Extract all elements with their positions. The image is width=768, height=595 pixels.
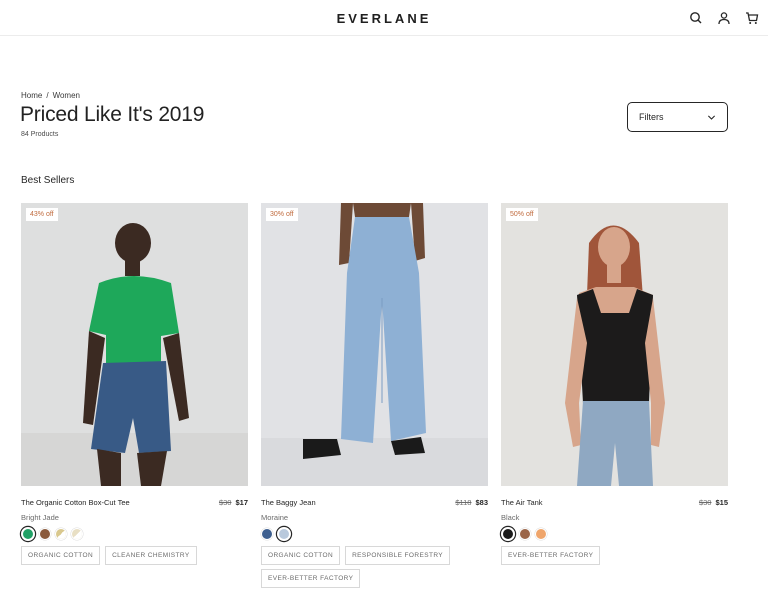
sale-price: $15 bbox=[715, 498, 728, 507]
color-swatch[interactable] bbox=[71, 528, 83, 540]
product-tags: ORGANIC COTTON CLEANER CHEMISTRY bbox=[21, 546, 248, 565]
color-swatches bbox=[501, 527, 547, 541]
filters-button[interactable]: Filters bbox=[627, 102, 728, 132]
color-swatch[interactable] bbox=[21, 527, 35, 541]
product-image-jean[interactable]: 30% off bbox=[261, 203, 488, 486]
original-price: $30 bbox=[698, 498, 712, 507]
breadcrumb-separator: / bbox=[46, 91, 49, 100]
color-swatch[interactable] bbox=[535, 528, 547, 540]
brand-logo[interactable]: EVERLANE bbox=[0, 11, 768, 26]
breadcrumb: Home / Women bbox=[21, 91, 80, 100]
discount-badge: 30% off bbox=[266, 208, 298, 221]
page-title: Priced Like It's 2019 bbox=[20, 103, 205, 126]
product-count: 84 Products bbox=[21, 131, 59, 138]
sale-price: $83 bbox=[475, 498, 488, 507]
tag-ever-better-factory[interactable]: EVER-BETTER FACTORY bbox=[261, 569, 361, 588]
product-card[interactable]: 30% off The Baggy Jean $118 $83 Moraine … bbox=[261, 203, 488, 588]
product-name[interactable]: The Air Tank bbox=[501, 498, 543, 507]
discount-badge: 50% off bbox=[506, 208, 538, 221]
color-name: Bright Jade bbox=[21, 513, 59, 522]
color-swatch[interactable] bbox=[39, 528, 51, 540]
color-swatch[interactable] bbox=[55, 528, 67, 540]
tag-responsible-forestry[interactable]: RESPONSIBLE FORESTRY bbox=[345, 546, 451, 565]
breadcrumb-home[interactable]: Home bbox=[21, 91, 42, 100]
breadcrumb-women[interactable]: Women bbox=[53, 91, 80, 100]
cart-icon[interactable] bbox=[744, 10, 760, 26]
account-icon[interactable] bbox=[716, 10, 732, 26]
color-name: Moraine bbox=[261, 513, 289, 522]
section-title-best-sellers: Best Sellers bbox=[21, 175, 75, 186]
top-navigation: EVERLANE bbox=[0, 0, 768, 36]
color-swatch[interactable] bbox=[519, 528, 531, 540]
product-name[interactable]: The Baggy Jean bbox=[261, 498, 316, 507]
color-swatches bbox=[261, 527, 291, 541]
search-icon[interactable] bbox=[688, 10, 704, 26]
discount-badge: 43% off bbox=[26, 208, 58, 221]
nav-icons bbox=[688, 10, 760, 26]
chevron-down-icon bbox=[707, 114, 716, 120]
product-tags: EVER-BETTER FACTORY bbox=[501, 546, 728, 565]
sale-price: $17 bbox=[235, 498, 248, 507]
tag-organic-cotton[interactable]: ORGANIC COTTON bbox=[21, 546, 101, 565]
tag-cleaner-chemistry[interactable]: CLEANER CHEMISTRY bbox=[105, 546, 197, 565]
color-swatch[interactable] bbox=[261, 528, 273, 540]
tag-ever-better-factory[interactable]: EVER-BETTER FACTORY bbox=[501, 546, 601, 565]
product-tags: ORGANIC COTTON RESPONSIBLE FORESTRY EVER… bbox=[261, 546, 488, 588]
product-card[interactable]: 43% off The Organic Cotton Box-Cut Tee $… bbox=[21, 203, 248, 565]
color-swatch[interactable] bbox=[277, 527, 291, 541]
product-name[interactable]: The Organic Cotton Box-Cut Tee bbox=[21, 498, 130, 507]
product-card[interactable]: 50% off The Air Tank $30 $15 Black EVER-… bbox=[501, 203, 728, 565]
original-price: $30 bbox=[218, 498, 232, 507]
product-image-tee[interactable]: 43% off bbox=[21, 203, 248, 486]
original-price: $118 bbox=[455, 498, 472, 507]
product-image-tank[interactable]: 50% off bbox=[501, 203, 728, 486]
color-swatch[interactable] bbox=[501, 527, 515, 541]
tag-organic-cotton[interactable]: ORGANIC COTTON bbox=[261, 546, 341, 565]
color-swatches bbox=[21, 527, 83, 541]
filters-label: Filters bbox=[639, 112, 664, 122]
color-name: Black bbox=[501, 513, 520, 522]
